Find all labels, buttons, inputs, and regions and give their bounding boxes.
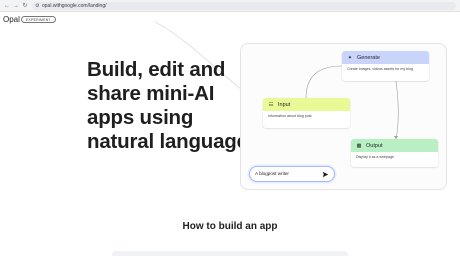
node-description: Display it as a webpage: [356, 155, 394, 159]
node-description: Information about blog post: [268, 114, 312, 118]
send-icon[interactable]: [322, 171, 329, 178]
experiment-badge: EXPERIMENT: [21, 16, 56, 23]
address-bar[interactable]: ⚙ opal.withgoogle.com/landing/: [32, 2, 456, 10]
next-section-card: [112, 251, 348, 256]
node-title: Output: [366, 142, 383, 149]
section-heading: How to build an app: [182, 221, 278, 232]
reload-icon[interactable]: ↻: [21, 2, 29, 10]
browser-toolbar: ← → ↻ ⚙ opal.withgoogle.com/landing/: [0, 0, 460, 12]
prompt-input[interactable]: A blogpost writer: [249, 166, 335, 182]
brand-logo[interactable]: Opal: [3, 15, 20, 24]
forward-arrow-icon[interactable]: →: [12, 2, 20, 10]
hero-title-line: share mini-AI: [87, 82, 215, 105]
sparkle-icon: ✦: [347, 54, 353, 61]
node-title: Input: [278, 101, 291, 108]
input-icon: ☷: [268, 101, 274, 108]
hero-title: Build, edit and share mini-AI apps using…: [87, 58, 248, 154]
node-title: Generate: [357, 54, 380, 61]
node-description: Create images, videos assets for my blog: [347, 67, 413, 71]
generate-node[interactable]: ✦ Generate Create images, videos assets …: [342, 51, 429, 81]
workflow-diagram: ✦ Generate Create images, videos assets …: [240, 43, 447, 190]
hero-title-line: natural language: [87, 130, 248, 153]
site-info-icon[interactable]: ⚙: [35, 3, 41, 9]
back-arrow-icon[interactable]: ←: [3, 2, 11, 10]
output-icon: ▩: [356, 142, 362, 149]
hero-title-line: Build, edit and: [87, 58, 226, 81]
output-node[interactable]: ▩ Output Display it as a webpage: [351, 139, 438, 167]
hero-title-line: apps using: [87, 106, 194, 129]
url-text: opal.withgoogle.com/landing/: [42, 3, 107, 9]
input-node[interactable]: ☷ Input Information about blog post: [263, 98, 350, 128]
prompt-text: A blogpost writer: [255, 171, 289, 176]
